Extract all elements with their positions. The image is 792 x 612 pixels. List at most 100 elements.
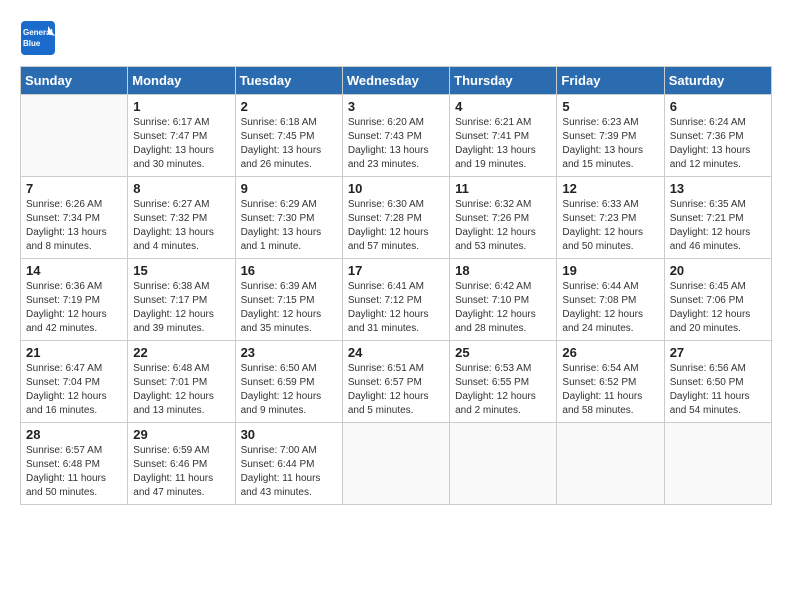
day-cell: 1Sunrise: 6:17 AMSunset: 7:47 PMDaylight… (128, 95, 235, 177)
column-header-sunday: Sunday (21, 67, 128, 95)
day-cell: 26 Sunrise: 6:54 AMSunset: 6:52 PMDayligh… (557, 341, 664, 423)
day-number: 5 (562, 99, 658, 114)
day-number: 9 (241, 181, 337, 196)
day-cell: 3 Sunrise: 6:20 AMSunset: 7:43 PMDaylight… (342, 95, 449, 177)
day-cell: 20 Sunrise: 6:45 AMSunset: 7:06 PMDayligh… (664, 259, 771, 341)
day-number: 4 (455, 99, 551, 114)
day-cell (450, 423, 557, 505)
day-cell: 13 Sunrise: 6:35 AMSunset: 7:21 PMDayligh… (664, 177, 771, 259)
column-header-monday: Monday (128, 67, 235, 95)
day-info: Sunrise: 6:20 AMSunset: 7:43 PMDaylight:… (348, 116, 444, 172)
day-info: Sunrise: 6:53 AMSunset: 6:55 PMDaylight:… (455, 362, 551, 418)
day-cell: 28Sunrise: 6:57 AMSunset: 6:48 PMDayligh… (21, 423, 128, 505)
day-cell: 10 Sunrise: 6:30 AMSunset: 7:28 PMDayligh… (342, 177, 449, 259)
day-info: Sunrise: 6:32 AMSunset: 7:26 PMDaylight:… (455, 198, 551, 254)
day-info: Sunrise: 6:35 AMSunset: 7:21 PMDaylight:… (670, 198, 766, 254)
day-number: 19 (562, 263, 658, 278)
column-header-thursday: Thursday (450, 67, 557, 95)
day-cell: 27Sunrise: 6:56 AMSunset: 6:50 PMDayligh… (664, 341, 771, 423)
day-number: 18 (455, 263, 551, 278)
week-row-1: 1Sunrise: 6:17 AMSunset: 7:47 PMDaylight… (21, 95, 772, 177)
day-info: Sunrise: 6:54 AMSunset: 6:52 PMDaylight:… (562, 362, 658, 418)
day-info: Sunrise: 6:38 AMSunset: 7:17 PMDaylight:… (133, 280, 229, 336)
day-info: Sunrise: 6:41 AMSunset: 7:12 PMDaylight:… (348, 280, 444, 336)
day-info: Sunrise: 6:44 AMSunset: 7:08 PMDaylight:… (562, 280, 658, 336)
day-number: 3 (348, 99, 444, 114)
week-row-2: 7 Sunrise: 6:26 AMSunset: 7:34 PMDaylight… (21, 177, 772, 259)
day-info: Sunrise: 6:57 AMSunset: 6:48 PMDaylight:… (26, 444, 122, 500)
day-number: 20 (670, 263, 766, 278)
day-number: 14 (26, 263, 122, 278)
day-cell: 22 Sunrise: 6:48 AMSunset: 7:01 PMDayligh… (128, 341, 235, 423)
day-cell: 11 Sunrise: 6:32 AMSunset: 7:26 PMDayligh… (450, 177, 557, 259)
day-info: Sunrise: 6:33 AMSunset: 7:23 PMDaylight:… (562, 198, 658, 254)
day-cell: 6 Sunrise: 6:24 AMSunset: 7:36 PMDaylight… (664, 95, 771, 177)
day-cell (21, 95, 128, 177)
day-number: 29 (133, 427, 229, 442)
day-number: 17 (348, 263, 444, 278)
day-number: 1 (133, 99, 229, 114)
day-info: Sunrise: 6:39 AMSunset: 7:15 PMDaylight:… (241, 280, 337, 336)
day-cell: 15 Sunrise: 6:38 AMSunset: 7:17 PMDayligh… (128, 259, 235, 341)
day-number: 7 (26, 181, 122, 196)
day-cell: 23 Sunrise: 6:50 AMSunset: 6:59 PMDayligh… (235, 341, 342, 423)
day-cell: 14 Sunrise: 6:36 AMSunset: 7:19 PMDayligh… (21, 259, 128, 341)
day-number: 30 (241, 427, 337, 442)
day-info: Sunrise: 6:30 AMSunset: 7:28 PMDaylight:… (348, 198, 444, 254)
week-row-4: 21Sunrise: 6:47 AMSunset: 7:04 PMDayligh… (21, 341, 772, 423)
day-number: 26 (562, 345, 658, 360)
day-cell: 24Sunrise: 6:51 AMSunset: 6:57 PMDayligh… (342, 341, 449, 423)
column-header-saturday: Saturday (664, 67, 771, 95)
day-number: 27 (670, 345, 766, 360)
day-cell: 2 Sunrise: 6:18 AMSunset: 7:45 PMDaylight… (235, 95, 342, 177)
day-cell: 29Sunrise: 6:59 AMSunset: 6:46 PMDayligh… (128, 423, 235, 505)
day-info: Sunrise: 7:00 AMSunset: 6:44 PMDaylight:… (241, 444, 337, 500)
day-number: 12 (562, 181, 658, 196)
day-info: Sunrise: 6:18 AMSunset: 7:45 PMDaylight:… (241, 116, 337, 172)
day-info: Sunrise: 6:45 AMSunset: 7:06 PMDaylight:… (670, 280, 766, 336)
day-cell: 8 Sunrise: 6:27 AMSunset: 7:32 PMDaylight… (128, 177, 235, 259)
calendar-table: SundayMondayTuesdayWednesdayThursdayFrid… (20, 66, 772, 505)
logo-svg: General Blue (20, 20, 56, 56)
day-number: 16 (241, 263, 337, 278)
day-cell: 16 Sunrise: 6:39 AMSunset: 7:15 PMDayligh… (235, 259, 342, 341)
day-cell: 17 Sunrise: 6:41 AMSunset: 7:12 PMDayligh… (342, 259, 449, 341)
day-number: 25 (455, 345, 551, 360)
day-number: 23 (241, 345, 337, 360)
day-number: 22 (133, 345, 229, 360)
day-cell (557, 423, 664, 505)
column-header-tuesday: Tuesday (235, 67, 342, 95)
day-info: Sunrise: 6:27 AMSunset: 7:32 PMDaylight:… (133, 198, 229, 254)
column-header-friday: Friday (557, 67, 664, 95)
day-cell: 7 Sunrise: 6:26 AMSunset: 7:34 PMDaylight… (21, 177, 128, 259)
day-number: 8 (133, 181, 229, 196)
day-info: Sunrise: 6:48 AMSunset: 7:01 PMDaylight:… (133, 362, 229, 418)
day-cell: 9 Sunrise: 6:29 AMSunset: 7:30 PMDaylight… (235, 177, 342, 259)
week-row-5: 28Sunrise: 6:57 AMSunset: 6:48 PMDayligh… (21, 423, 772, 505)
day-cell (342, 423, 449, 505)
day-info: Sunrise: 6:24 AMSunset: 7:36 PMDaylight:… (670, 116, 766, 172)
page-header: General Blue (20, 20, 772, 56)
day-number: 6 (670, 99, 766, 114)
day-number: 10 (348, 181, 444, 196)
day-info: Sunrise: 6:51 AMSunset: 6:57 PMDaylight:… (348, 362, 444, 418)
logo: General Blue (20, 20, 56, 56)
day-info: Sunrise: 6:26 AMSunset: 7:34 PMDaylight:… (26, 198, 122, 254)
day-number: 2 (241, 99, 337, 114)
day-number: 21 (26, 345, 122, 360)
day-cell: 19 Sunrise: 6:44 AMSunset: 7:08 PMDayligh… (557, 259, 664, 341)
calendar-header-row: SundayMondayTuesdayWednesdayThursdayFrid… (21, 67, 772, 95)
day-info: Sunrise: 6:50 AMSunset: 6:59 PMDaylight:… (241, 362, 337, 418)
day-number: 13 (670, 181, 766, 196)
day-number: 15 (133, 263, 229, 278)
day-info: Sunrise: 6:23 AMSunset: 7:39 PMDaylight:… (562, 116, 658, 172)
day-info: Sunrise: 6:36 AMSunset: 7:19 PMDaylight:… (26, 280, 122, 336)
day-info: Sunrise: 6:29 AMSunset: 7:30 PMDaylight:… (241, 198, 337, 254)
day-cell: 18Sunrise: 6:42 AMSunset: 7:10 PMDayligh… (450, 259, 557, 341)
day-cell (664, 423, 771, 505)
day-number: 11 (455, 181, 551, 196)
column-header-wednesday: Wednesday (342, 67, 449, 95)
day-cell: 4Sunrise: 6:21 AMSunset: 7:41 PMDaylight… (450, 95, 557, 177)
day-cell: 21Sunrise: 6:47 AMSunset: 7:04 PMDayligh… (21, 341, 128, 423)
day-cell: 12 Sunrise: 6:33 AMSunset: 7:23 PMDayligh… (557, 177, 664, 259)
